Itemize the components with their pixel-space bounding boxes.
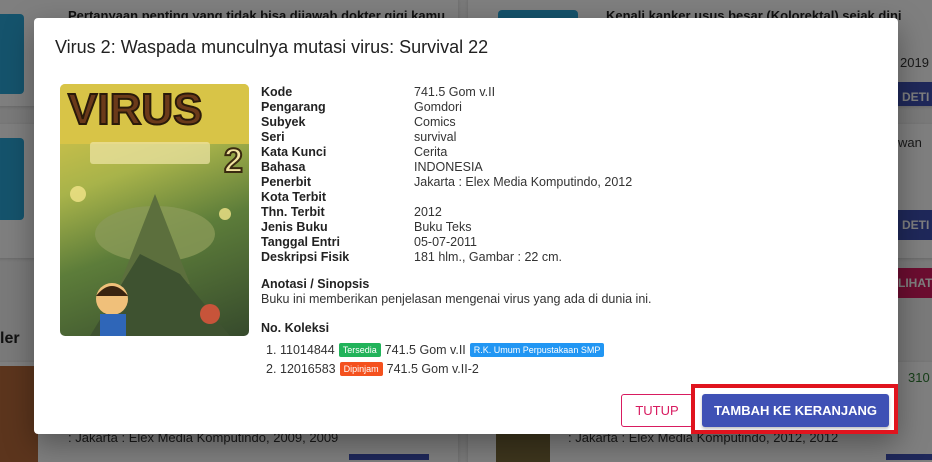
detail-label: Bahasa xyxy=(261,160,306,174)
detail-row-jenis-buku: Jenis Buku Buku Teks xyxy=(261,220,632,235)
collection-item-number: 1. xyxy=(266,342,277,357)
detail-label: Subyek xyxy=(261,115,306,129)
detail-label: Jenis Buku xyxy=(261,220,328,234)
status-badge-borrowed: Dipinjam xyxy=(339,361,383,376)
detail-label: Thn. Terbit xyxy=(261,205,325,219)
detail-row-kata-kunci: Kata Kunci Cerita xyxy=(261,145,632,160)
detail-row-kode: Kode 741.5 Gom v.II xyxy=(261,85,632,100)
detail-row-kota-terbit: Kota Terbit xyxy=(261,190,632,205)
detail-row-thn-terbit: Thn. Terbit 2012 xyxy=(261,205,632,220)
collection-item: 1. 11014844 Tersedia 741.5 Gom v.II R.K.… xyxy=(266,340,608,359)
detail-label: Pengarang xyxy=(261,100,326,114)
collection-item-id: 12016583 xyxy=(280,361,336,376)
highlight-box xyxy=(691,384,898,434)
collection-item-id: 11014844 xyxy=(280,342,335,357)
cover-volume-text: 2 xyxy=(224,142,243,180)
collection-heading: No. Koleksi xyxy=(261,321,330,335)
detail-label: Seri xyxy=(261,130,285,144)
detail-value: 2012 xyxy=(414,205,442,219)
detail-row-penerbit: Penerbit Jakarta : Elex Media Komputindo,… xyxy=(261,175,632,190)
synopsis-text: Buku ini memberikan penjelasan mengenai … xyxy=(261,292,652,306)
book-details: Kode 741.5 Gom v.II Pengarang Gomdori Suby… xyxy=(261,85,632,265)
detail-value: survival xyxy=(414,130,457,144)
detail-value: 741.5 Gom v.II xyxy=(414,85,496,99)
collection-list: 1. 11014844 Tersedia 741.5 Gom v.II R.K.… xyxy=(266,340,608,378)
detail-row-bahasa: Bahasa INDONESIA xyxy=(261,160,632,175)
book-cover-illustration: VIRUS 2 xyxy=(60,84,249,336)
detail-label: Tanggal Entri xyxy=(261,235,340,249)
detail-value: Jakarta : Elex Media Komputindo, 2012 xyxy=(414,175,633,189)
detail-row-deskripsi-fisik: Deskripsi Fisik 181 hlm., Gambar : 22 cm. xyxy=(261,250,632,265)
detail-label: Kode xyxy=(261,85,293,99)
collection-call-number: 741.5 Gom v.II-2 xyxy=(386,361,479,376)
detail-value: INDONESIA xyxy=(414,160,483,174)
detail-value: 05-07-2011 xyxy=(414,235,478,249)
location-badge: R.K. Umum Perpustakaan SMP xyxy=(469,342,605,357)
collection-call-number: 741.5 Gom v.II xyxy=(384,342,466,357)
synopsis-heading: Anotasi / Sinopsis xyxy=(261,277,370,291)
detail-row-seri: Seri survival xyxy=(261,130,632,145)
detail-row-tanggal-entri: Tanggal Entri 05-07-2011 xyxy=(261,235,632,250)
book-cover-image: VIRUS 2 xyxy=(60,84,249,336)
detail-value: Buku Teks xyxy=(414,220,472,234)
detail-value: Cerita xyxy=(414,145,448,159)
book-detail-modal: Virus 2: Waspada munculnya mutasi virus:… xyxy=(34,18,898,434)
detail-label: Kata Kunci xyxy=(261,145,327,159)
detail-value: Comics xyxy=(414,115,456,129)
detail-label: Kota Terbit xyxy=(261,190,327,204)
cover-title-text: VIRUS xyxy=(68,85,202,134)
detail-row-pengarang: Pengarang Gomdori xyxy=(261,100,632,115)
status-badge-available: Tersedia xyxy=(338,342,381,357)
detail-label: Deskripsi Fisik xyxy=(261,250,350,264)
detail-row-subyek: Subyek Comics xyxy=(261,115,632,130)
collection-item: 2. 12016583 Dipinjam 741.5 Gom v.II-2 xyxy=(266,359,608,378)
detail-value: 181 hlm., Gambar : 22 cm. xyxy=(414,250,562,264)
detail-label: Penerbit xyxy=(261,175,312,189)
close-button[interactable]: TUTUP xyxy=(621,394,693,427)
detail-value: Gomdori xyxy=(414,100,462,114)
modal-title: Virus 2: Waspada munculnya mutasi virus:… xyxy=(55,37,489,57)
collection-item-number: 2. xyxy=(266,361,277,376)
